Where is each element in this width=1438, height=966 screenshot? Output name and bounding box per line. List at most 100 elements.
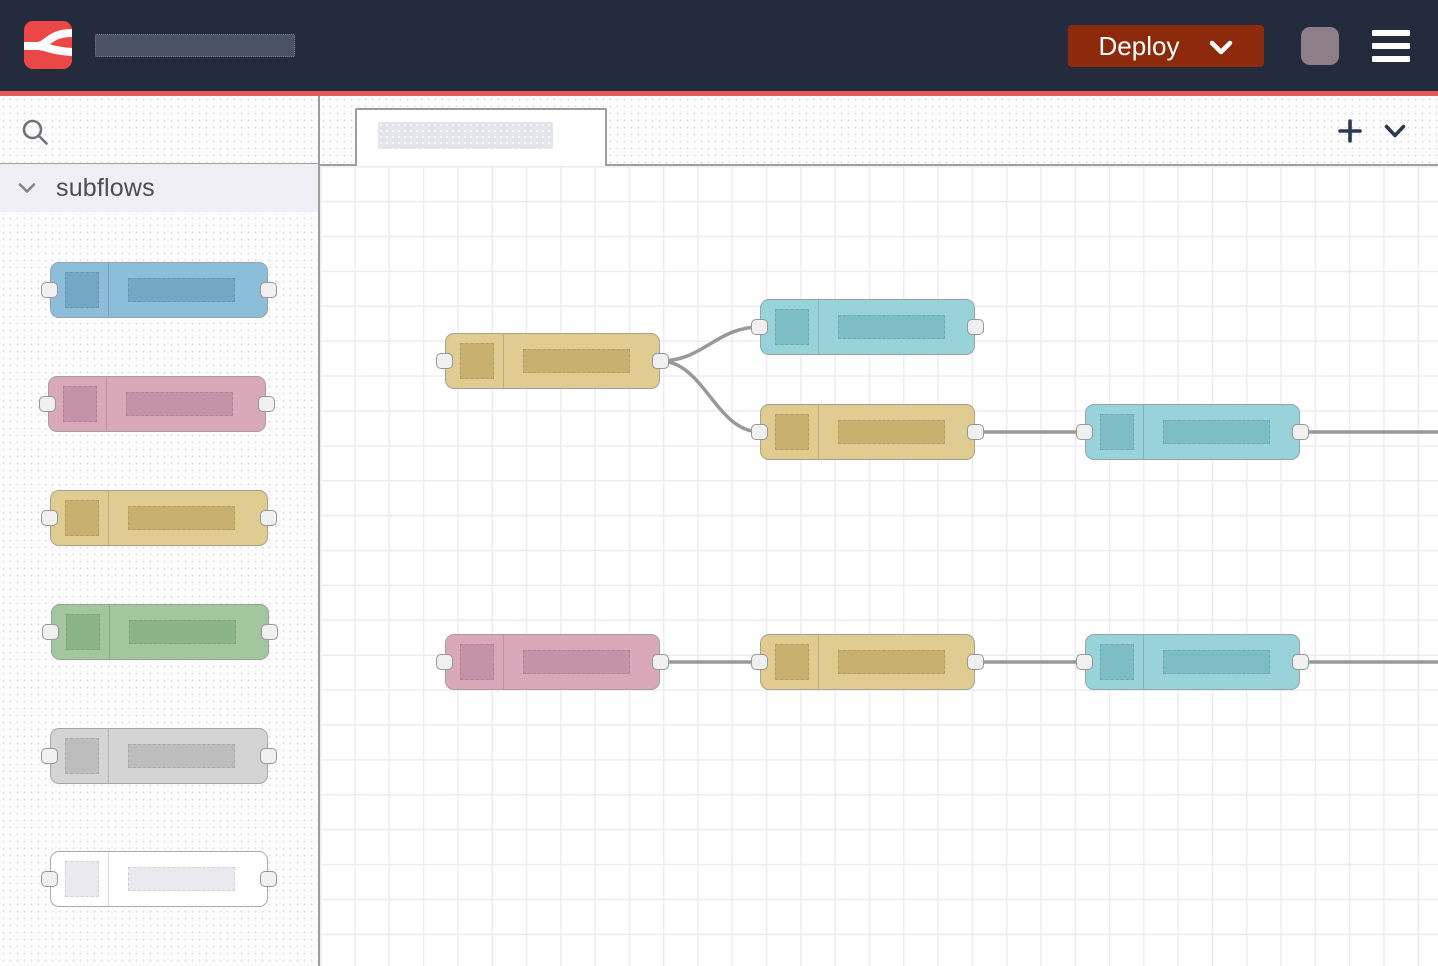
- node-icon-section: [446, 635, 504, 689]
- node-output-port[interactable]: [260, 510, 277, 526]
- node-icon-placeholder: [1100, 414, 1134, 450]
- chevron-down-icon: [1384, 124, 1406, 139]
- hamburger-menu-icon[interactable]: [1372, 30, 1410, 62]
- flow-tab-active[interactable]: [355, 108, 607, 166]
- search-icon: [21, 118, 49, 146]
- flow-node-teal-1[interactable]: [760, 299, 975, 355]
- node-icon-section: [1086, 405, 1144, 459]
- flow-node-yellow-3[interactable]: [760, 634, 975, 690]
- node-icon-placeholder: [1100, 644, 1134, 680]
- node-label-placeholder: [1163, 420, 1270, 444]
- node-label-placeholder: [129, 620, 236, 644]
- palette-node-blue[interactable]: [50, 262, 268, 318]
- flow-node-pink-1[interactable]: [445, 634, 660, 690]
- node-input-port[interactable]: [41, 510, 58, 526]
- node-icon-section: [51, 263, 109, 317]
- plus-icon: [1338, 119, 1362, 143]
- node-icon-section: [52, 605, 110, 659]
- flow-node-teal-2[interactable]: [1085, 404, 1300, 460]
- node-label-placeholder: [838, 650, 945, 674]
- node-icon-section: [446, 334, 504, 388]
- flow-workspace[interactable]: [320, 166, 1438, 966]
- node-input-port[interactable]: [39, 396, 56, 412]
- chevron-down-icon: [18, 182, 36, 194]
- flow-list-button[interactable]: [1384, 96, 1406, 166]
- node-icon-placeholder: [66, 614, 100, 650]
- palette-node-yellow[interactable]: [50, 490, 268, 546]
- palette-search[interactable]: [0, 96, 318, 163]
- node-input-port[interactable]: [751, 319, 768, 335]
- node-icon-section: [761, 405, 819, 459]
- node-label-placeholder: [838, 315, 945, 339]
- node-icon-placeholder: [775, 309, 809, 345]
- node-icon-section: [51, 491, 109, 545]
- node-icon-placeholder: [460, 343, 494, 379]
- palette-node-pink[interactable]: [48, 376, 266, 432]
- node-icon-placeholder: [460, 644, 494, 680]
- node-output-port[interactable]: [967, 424, 984, 440]
- node-icon-placeholder: [775, 644, 809, 680]
- node-label-placeholder: [1163, 650, 1270, 674]
- node-icon-section: [49, 377, 107, 431]
- wire-layer: [320, 166, 1438, 966]
- node-red-logo-fork-icon: [24, 21, 72, 69]
- node-input-port[interactable]: [42, 624, 59, 640]
- node-output-port[interactable]: [1292, 654, 1309, 670]
- flow-tab-label-placeholder: [378, 122, 553, 149]
- subflows-section-label: subflows: [56, 174, 155, 203]
- node-output-port[interactable]: [261, 624, 278, 640]
- node-input-port[interactable]: [436, 654, 453, 670]
- wire-yellow-node-1-to-yellow-node-2[interactable]: [660, 361, 760, 432]
- flow-node-yellow-1[interactable]: [445, 333, 660, 389]
- palette-node-green[interactable]: [51, 604, 269, 660]
- node-label-placeholder: [838, 420, 945, 444]
- node-output-port[interactable]: [260, 282, 277, 298]
- node-icon-placeholder: [63, 386, 97, 422]
- header-title-placeholder: [95, 34, 295, 57]
- add-flow-button[interactable]: [1338, 96, 1362, 166]
- node-output-port[interactable]: [652, 353, 669, 369]
- node-input-port[interactable]: [1076, 424, 1093, 440]
- user-avatar[interactable]: [1301, 27, 1339, 65]
- node-label-placeholder: [128, 867, 235, 891]
- node-icon-placeholder: [65, 861, 99, 897]
- node-input-port[interactable]: [751, 424, 768, 440]
- node-icon-placeholder: [65, 500, 99, 536]
- deploy-button-label: Deploy: [1099, 31, 1180, 62]
- node-icon-section: [761, 300, 819, 354]
- node-output-port[interactable]: [260, 871, 277, 887]
- node-output-port[interactable]: [260, 748, 277, 764]
- node-output-port[interactable]: [652, 654, 669, 670]
- deploy-button[interactable]: Deploy: [1068, 25, 1264, 67]
- node-label-placeholder: [523, 650, 630, 674]
- node-output-port[interactable]: [1292, 424, 1309, 440]
- node-label-placeholder: [128, 744, 235, 768]
- node-label-placeholder: [126, 392, 233, 416]
- flow-node-teal-3[interactable]: [1085, 634, 1300, 690]
- node-input-port[interactable]: [41, 282, 58, 298]
- node-input-port[interactable]: [436, 353, 453, 369]
- node-icon-section: [51, 729, 109, 783]
- node-input-port[interactable]: [41, 871, 58, 887]
- node-label-placeholder: [128, 506, 235, 530]
- node-icon-section: [51, 852, 109, 906]
- node-icon-placeholder: [65, 738, 99, 774]
- node-input-port[interactable]: [1076, 654, 1093, 670]
- palette-node-white[interactable]: [50, 851, 268, 907]
- flow-canvas: [320, 96, 1438, 966]
- node-output-port[interactable]: [967, 654, 984, 670]
- palette-sidebar: subflows: [0, 96, 320, 966]
- node-label-placeholder: [523, 349, 630, 373]
- flow-node-yellow-2[interactable]: [760, 404, 975, 460]
- node-input-port[interactable]: [751, 654, 768, 670]
- chevron-down-icon: [1209, 40, 1233, 56]
- canvas-tab-bar: [320, 96, 1438, 166]
- node-output-port[interactable]: [258, 396, 275, 412]
- flow-editor-app: Deploy subflows: [0, 0, 1438, 966]
- subflows-section-header[interactable]: subflows: [0, 163, 318, 212]
- palette-node-gray[interactable]: [50, 728, 268, 784]
- wire-yellow-node-1-to-teal-node-1[interactable]: [660, 327, 760, 361]
- node-input-port[interactable]: [41, 748, 58, 764]
- node-output-port[interactable]: [967, 319, 984, 335]
- node-icon-placeholder: [775, 414, 809, 450]
